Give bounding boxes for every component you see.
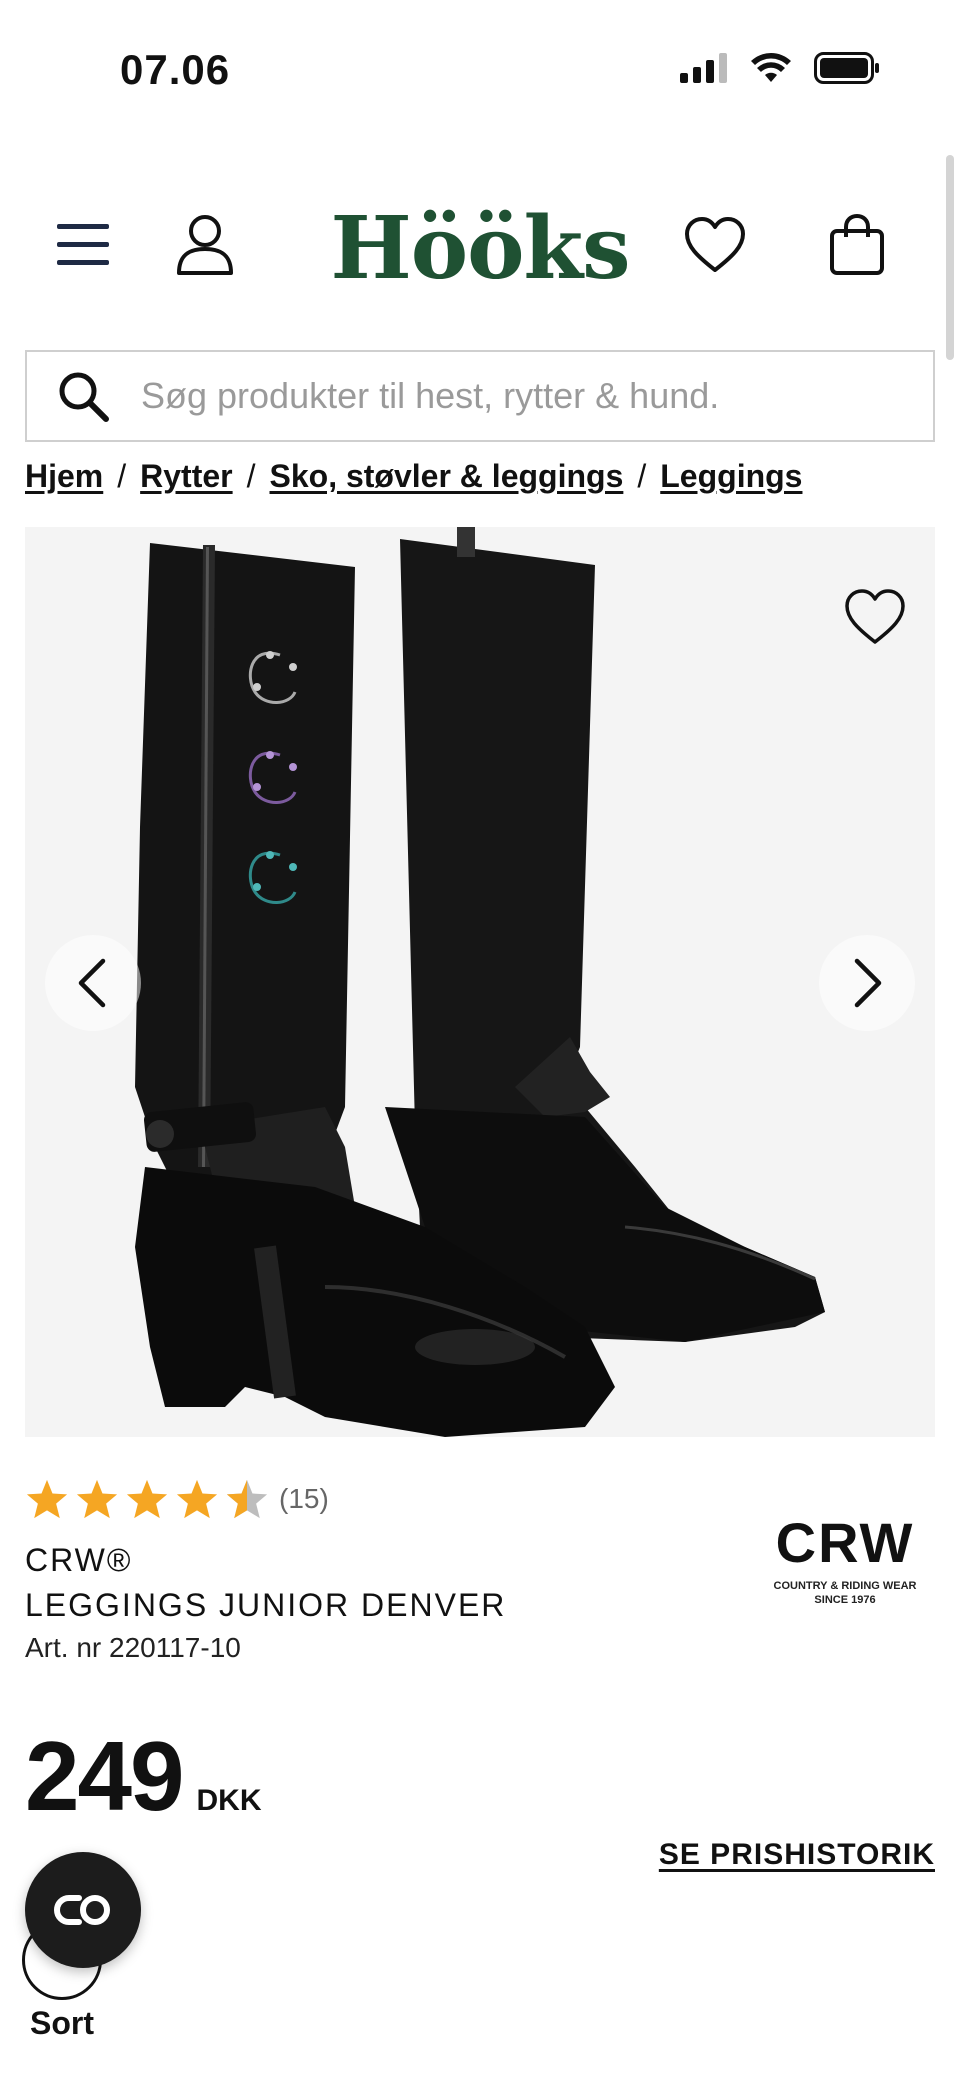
price-value: 249 xyxy=(25,1721,185,1831)
heart-icon xyxy=(685,217,745,272)
chevron-right-icon xyxy=(854,958,882,1008)
breadcrumb-shoes-boots-leggings[interactable]: Sko, støvler & leggings xyxy=(270,458,624,495)
site-header: Hööks xyxy=(0,190,960,310)
product-image xyxy=(135,527,825,1437)
chat-icon xyxy=(54,1895,110,1925)
product-brand[interactable]: CRW® xyxy=(25,1542,132,1579)
site-logo[interactable]: Hööks xyxy=(0,198,960,299)
breadcrumb: Hjem / Rytter / Sko, støvler & leggings … xyxy=(25,458,802,495)
gallery-prev-button[interactable] xyxy=(45,935,141,1031)
wifi-icon xyxy=(751,53,791,82)
brand-logo-text: CRW xyxy=(775,1511,915,1574)
star-icon xyxy=(26,1479,68,1519)
brand-logo-since: SINCE 1976 xyxy=(814,1594,876,1607)
breadcrumb-separator: / xyxy=(637,458,647,494)
product-rating[interactable]: (15) xyxy=(25,1478,329,1520)
search-input[interactable] xyxy=(141,375,933,417)
search-icon[interactable] xyxy=(53,366,113,426)
breadcrumb-separator: / xyxy=(246,458,256,494)
star-half-icon xyxy=(226,1479,268,1519)
breadcrumb-separator: / xyxy=(117,458,127,494)
search-bar xyxy=(25,350,935,442)
product-title: LEGGINGS JUNIOR DENVER xyxy=(25,1587,507,1623)
breadcrumb-rider[interactable]: Rytter xyxy=(140,458,232,495)
cart-button[interactable] xyxy=(822,210,892,280)
product-price: 249 DKK xyxy=(25,1720,262,1833)
status-icons xyxy=(680,52,880,84)
star-icon xyxy=(76,1479,118,1519)
breadcrumb-home[interactable]: Hjem xyxy=(25,458,103,495)
bag-icon xyxy=(830,213,884,275)
color-label: Sort xyxy=(30,2005,94,2041)
gallery-next-button[interactable] xyxy=(819,935,915,1031)
price-currency: DKK xyxy=(196,1784,262,1817)
brand-logo-tagline: COUNTRY & RIDING WEAR xyxy=(773,1580,917,1592)
price-history-link[interactable]: SE PRISHISTORIK xyxy=(659,1838,935,1872)
product-wishlist-button[interactable] xyxy=(835,577,915,657)
wishlist-button[interactable] xyxy=(680,210,750,280)
chat-button[interactable] xyxy=(25,1852,141,1968)
star-icon xyxy=(126,1479,168,1519)
breadcrumb-leggings[interactable]: Leggings xyxy=(660,458,802,495)
review-count[interactable]: (15) xyxy=(279,1483,329,1515)
article-number: Art. nr 220117-10 xyxy=(25,1632,241,1663)
status-time: 07.06 xyxy=(120,46,231,93)
brand-logo[interactable]: CRW COUNTRY & RIDING WEAR SINCE 1976 xyxy=(770,1515,920,1608)
status-bar: 07.06 xyxy=(0,0,960,140)
product-image-gallery[interactable] xyxy=(25,527,935,1437)
chevron-left-icon xyxy=(78,958,106,1008)
star-icon xyxy=(176,1479,218,1519)
heart-icon xyxy=(845,589,905,644)
battery-icon xyxy=(814,52,879,84)
signal-icon xyxy=(680,53,727,83)
